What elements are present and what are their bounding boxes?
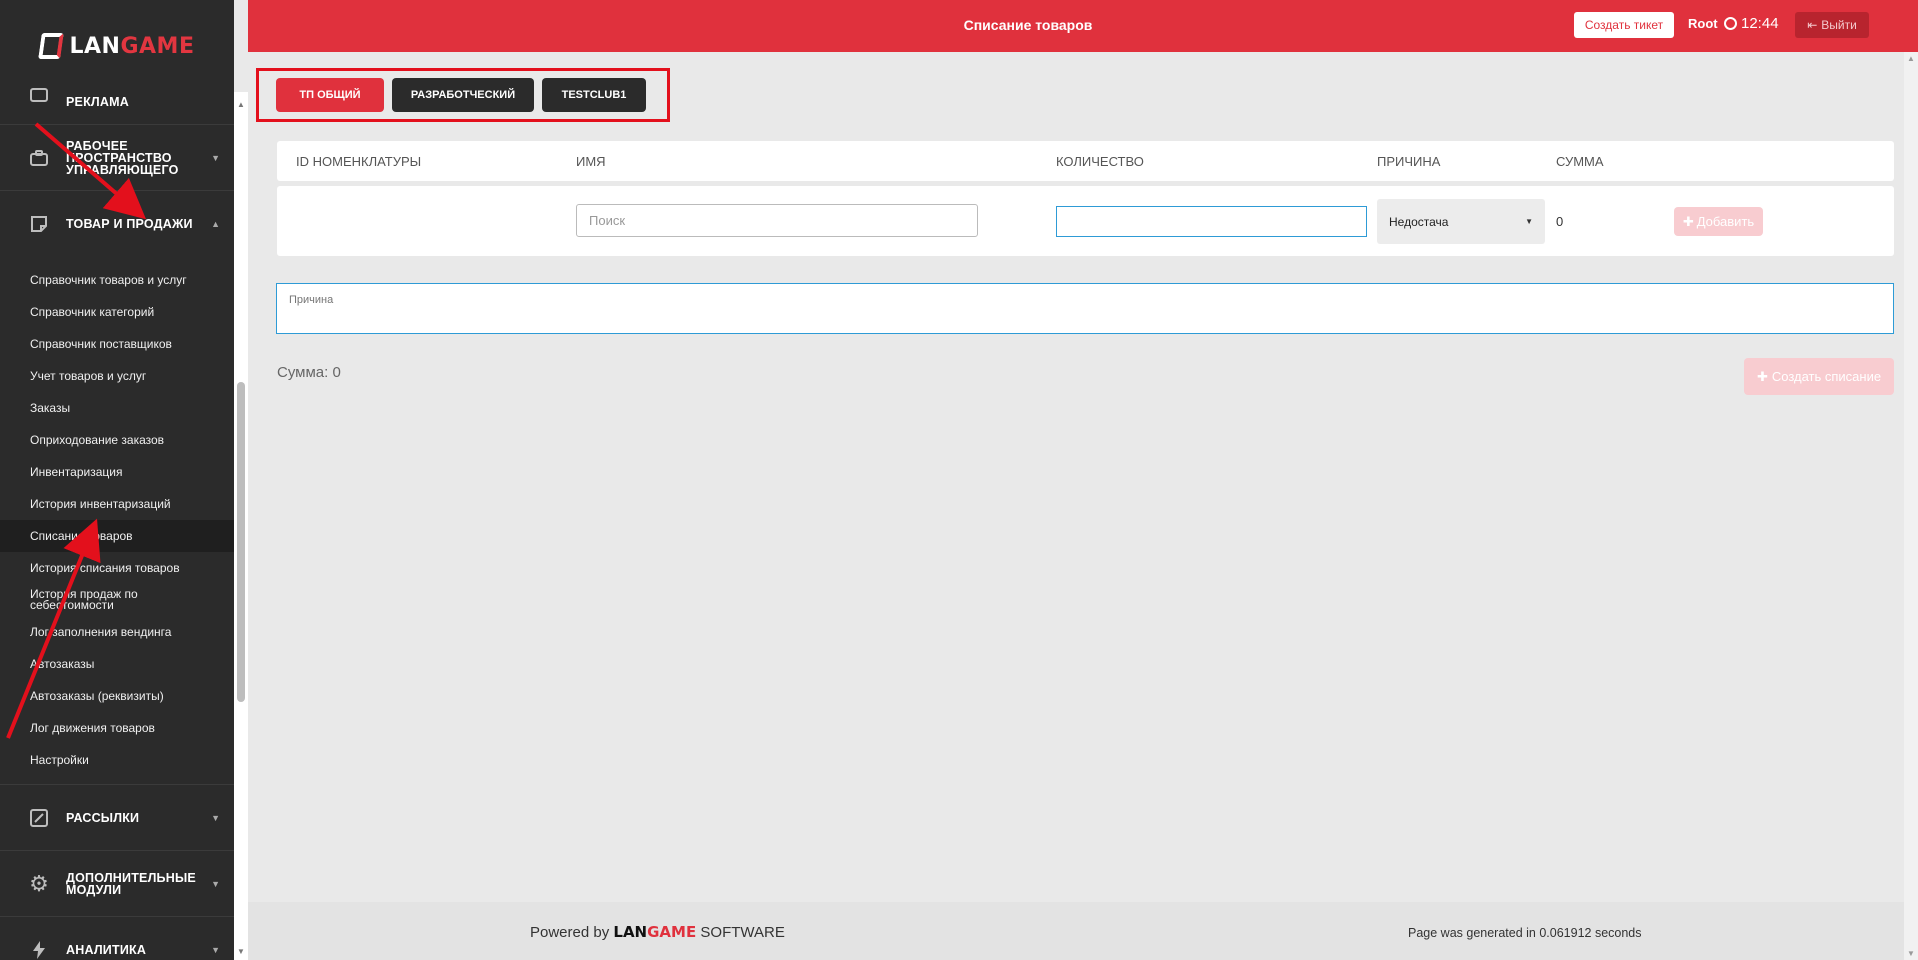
sidebar-scrollbar[interactable]: ▲ ▼ bbox=[234, 92, 248, 960]
row-sum: 0 bbox=[1556, 214, 1564, 229]
quantity-input[interactable] bbox=[1056, 206, 1367, 237]
sign-out-icon: ⇤ bbox=[1807, 18, 1818, 32]
add-button-label: Добавить bbox=[1696, 214, 1755, 229]
user-name[interactable]: Root bbox=[1688, 16, 1718, 31]
column-header-id: ID НОМЕНКЛАТУРЫ bbox=[296, 154, 422, 169]
sidebar-section-mailings[interactable]: РАССЫЛКИ ▼ bbox=[0, 784, 234, 850]
club-tabs: ТП ОБЩИЙ РАЗРАБОТЧЕСКИЙ TESTCLUB1 bbox=[256, 68, 670, 122]
create-ticket-button[interactable]: Создать тикет bbox=[1574, 12, 1674, 38]
edit-icon bbox=[28, 807, 50, 829]
club-tab-tp-general[interactable]: ТП ОБЩИЙ bbox=[276, 78, 384, 112]
sidebar-item-categories[interactable]: Справочник категорий bbox=[0, 296, 234, 328]
sidebar: LANGAME РЕКЛАМА РАБОЧЕЕ ПРОСТРАНСТВО УПР… bbox=[0, 0, 234, 960]
chevron-down-icon: ▼ bbox=[211, 152, 220, 163]
club-tab-testclub1[interactable]: TESTCLUB1 bbox=[542, 78, 646, 112]
sidebar-item-order-receiving[interactable]: Оприходование заказов bbox=[0, 424, 234, 456]
sidebar-section-label: АНАЛИТИКА bbox=[66, 942, 147, 957]
reason-textarea[interactable] bbox=[276, 283, 1894, 334]
clock-time: 12:44 bbox=[1741, 15, 1779, 32]
page-scrollbar[interactable]: ▲ ▼ bbox=[1904, 52, 1918, 960]
clock: 12:44 bbox=[1724, 15, 1779, 32]
sidebar-item-suppliers[interactable]: Справочник поставщиков bbox=[0, 328, 234, 360]
sticky-note-icon bbox=[28, 213, 50, 235]
reason-select[interactable]: Недостача ▼ bbox=[1377, 199, 1545, 244]
scrollbar-thumb[interactable] bbox=[237, 382, 245, 702]
ads-icon bbox=[28, 84, 50, 106]
generation-time: Page was generated in 0.061912 seconds bbox=[1408, 926, 1642, 940]
sidebar-section-label: ТОВАР И ПРОДАЖИ bbox=[66, 216, 193, 231]
sidebar-section-label: РАССЫЛКИ bbox=[66, 810, 140, 825]
scroll-down-icon[interactable]: ▼ bbox=[237, 947, 245, 956]
chevron-up-icon: ▲ bbox=[211, 218, 220, 229]
powered-by: Powered by LANGAME SOFTWARE bbox=[530, 923, 785, 941]
table-header: ID НОМЕНКЛАТУРЫ ИМЯ КОЛИЧЕСТВО ПРИЧИНА С… bbox=[277, 141, 1894, 181]
caret-down-icon: ▼ bbox=[1525, 217, 1533, 226]
column-header-reason: ПРИЧИНА bbox=[1377, 154, 1441, 169]
gear-icon: ⚙ bbox=[29, 870, 49, 896]
sidebar-item-vending-log[interactable]: Лог заполнения вендинга bbox=[0, 616, 234, 648]
sidebar-item-write-off-history[interactable]: История списания товаров bbox=[0, 552, 234, 584]
sidebar-section-ads[interactable]: РЕКЛАМА bbox=[0, 88, 234, 116]
scroll-up-icon[interactable]: ▲ bbox=[237, 100, 245, 109]
logout-button[interactable]: ⇤ Выйти bbox=[1795, 12, 1869, 38]
sidebar-section-label: РАБОЧЕЕ ПРОСТРАНСТВО УПРАВЛЯЮЩЕГО bbox=[66, 138, 179, 177]
sidebar-item-inventory-history[interactable]: История инвентаризаций bbox=[0, 488, 234, 520]
sidebar-section-analytics[interactable]: АНАЛИТИКА ▼ bbox=[0, 916, 234, 960]
column-header-sum: СУММА bbox=[1556, 154, 1604, 169]
logo[interactable]: LANGAME bbox=[0, 0, 234, 92]
create-write-off-label: Создать списание bbox=[1771, 369, 1882, 384]
plus-icon: ✚ bbox=[1682, 213, 1694, 229]
topbar: Списание товаров Создать тикет Root 12:4… bbox=[248, 0, 1918, 52]
create-write-off-button[interactable]: ✚ Создать списание bbox=[1744, 358, 1894, 395]
sidebar-section-manager-workspace[interactable]: РАБОЧЕЕ ПРОСТРАНСТВО УПРАВЛЯЮЩЕГО ▼ bbox=[0, 124, 234, 190]
sidebar-item-inventory[interactable]: Инвентаризация bbox=[0, 456, 234, 488]
club-tab-developer[interactable]: РАЗРАБОТЧЕСКИЙ bbox=[392, 78, 534, 112]
sidebar-section-extra-modules[interactable]: ⚙ ДОПОЛНИТЕЛЬНЫЕ МОДУЛИ ▼ bbox=[0, 850, 234, 916]
sidebar-item-orders[interactable]: Заказы bbox=[0, 392, 234, 424]
sidebar-section-goods-sales[interactable]: ТОВАР И ПРОДАЖИ ▲ bbox=[0, 190, 234, 256]
add-button[interactable]: ✚ Добавить bbox=[1674, 207, 1763, 236]
sidebar-section-label: ДОПОЛНИТЕЛЬНЫЕ МОДУЛИ bbox=[66, 870, 196, 897]
product-search-input[interactable] bbox=[576, 204, 978, 237]
column-header-quantity: КОЛИЧЕСТВО bbox=[1056, 154, 1144, 169]
scroll-down-icon[interactable]: ▼ bbox=[1907, 949, 1915, 958]
chevron-down-icon: ▼ bbox=[211, 944, 220, 955]
table-row: Недостача ▼ 0 ✚ Добавить bbox=[277, 186, 1894, 256]
scroll-up-icon[interactable]: ▲ bbox=[1907, 54, 1915, 63]
sidebar-submenu: Справочник товаров и услуг Справочник ка… bbox=[0, 256, 234, 784]
reason-select-value: Недостача bbox=[1389, 214, 1449, 229]
total-sum: Сумма: 0 bbox=[277, 364, 341, 381]
sidebar-item-autoorders-details[interactable]: Автозаказы (реквизиты) bbox=[0, 680, 234, 712]
clock-icon bbox=[1724, 17, 1737, 30]
footer: Powered by LANGAME SOFTWARE Page was gen… bbox=[248, 902, 1904, 960]
sidebar-item-autoorders[interactable]: Автозаказы bbox=[0, 648, 234, 680]
logo-icon bbox=[37, 33, 64, 59]
plus-icon: ✚ bbox=[1756, 368, 1768, 384]
sidebar-section-label: РЕКЛАМА bbox=[66, 95, 129, 109]
briefcase-icon bbox=[28, 147, 50, 169]
logo-text: LANGAME bbox=[69, 33, 195, 59]
chevron-down-icon: ▼ bbox=[211, 812, 220, 823]
sidebar-item-goods-catalog[interactable]: Справочник товаров и услуг bbox=[0, 264, 234, 296]
logout-label: Выйти bbox=[1821, 18, 1857, 32]
sidebar-item-settings[interactable]: Настройки bbox=[0, 744, 234, 776]
sidebar-item-goods-movement-log[interactable]: Лог движения товаров bbox=[0, 712, 234, 744]
sidebar-item-sales-history[interactable]: История продаж по себестоимости bbox=[0, 584, 234, 616]
chevron-down-icon: ▼ bbox=[211, 878, 220, 889]
sidebar-item-write-off[interactable]: Списание товаров bbox=[0, 520, 234, 552]
bolt-icon bbox=[28, 939, 50, 960]
column-header-name: ИМЯ bbox=[576, 154, 606, 169]
sidebar-item-goods-accounting[interactable]: Учет товаров и услуг bbox=[0, 360, 234, 392]
